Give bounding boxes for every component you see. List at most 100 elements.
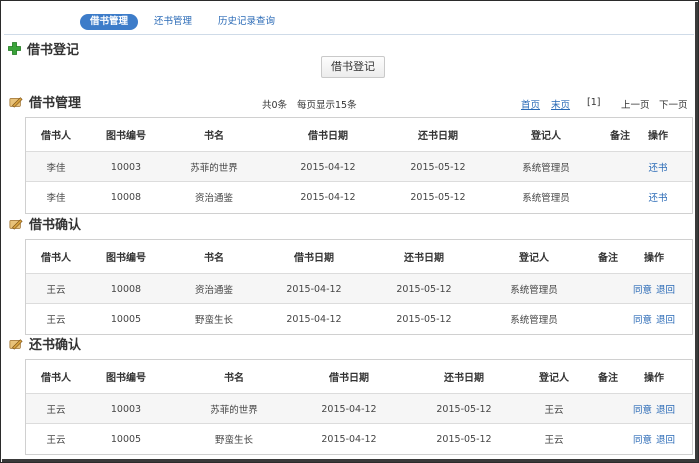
row-actions: 同意 退回 (624, 282, 684, 296)
cell-registrar: 王云 (544, 435, 564, 446)
last-page-link[interactable]: 末页 (551, 97, 570, 111)
manage-table: 借书人 图书编号 书名 借书日期 还书日期 登记人 备注 操作 李佳 10003 苏菲的世界 2015… (25, 117, 693, 214)
column-header: 书名 (204, 253, 224, 264)
approve-link[interactable]: 同意 (633, 285, 652, 296)
column-header: 图书编号 (106, 253, 146, 264)
pencil-icon (9, 337, 23, 351)
tab-borrow-management[interactable]: 借书管理 (80, 14, 139, 30)
cell-title: 资治通鉴 (194, 285, 233, 296)
tab-history-query[interactable]: 历史记录查询 (208, 14, 285, 30)
register-title: 借书登记 (27, 43, 80, 58)
frame-shadow (2, 459, 698, 462)
column-header: 还书日期 (418, 131, 458, 142)
table-row: 王云 10008 资治通鉴 2015-04-12 2015-05-12 系统管理员 同意 退回 (26, 273, 692, 304)
return-confirm-section-header: 还书确认 (9, 334, 81, 353)
prev-page-button[interactable]: 上一页 (621, 97, 650, 111)
current-page-indicator: [1] (587, 97, 601, 108)
next-page-button[interactable]: 下一页 (659, 97, 688, 111)
column-header: 操作 (648, 131, 668, 142)
cell-book-id: 10008 (110, 283, 142, 295)
cell-registrar: 系统管理员 (510, 315, 558, 326)
column-header: 借书日期 (329, 373, 369, 384)
cell-title: 野蛮生长 (194, 315, 233, 326)
tab-bar: 借书管理 还书管理 历史记录查询 (80, 14, 291, 30)
manage-title: 借书管理 (29, 96, 82, 111)
cell-book-id: 10005 (110, 433, 142, 445)
cell-borrower: 王云 (46, 315, 66, 326)
cell-title: 野蛮生长 (214, 435, 253, 446)
tab-return-management[interactable]: 还书管理 (144, 14, 202, 30)
cell-return-date: 2015-05-12 (396, 283, 452, 295)
cell-borrower: 李佳 (46, 163, 66, 174)
table-row: 王云 10005 野蛮生长 2015-04-12 2015-05-12 王云 同意 退回 (26, 423, 692, 454)
column-header: 书名 (224, 373, 244, 384)
manage-section-header: 借书管理 (9, 92, 81, 111)
column-header: 书名 (204, 131, 224, 142)
borrow-confirm-title: 借书确认 (29, 218, 82, 233)
column-header: 借书人 (41, 373, 71, 384)
reject-link[interactable]: 退回 (656, 285, 675, 296)
column-header: 借书日期 (308, 131, 348, 142)
cell-borrow-date: 2015-04-12 (300, 191, 356, 203)
borrow-confirm-section-header: 借书确认 (9, 214, 81, 233)
column-header: 还书日期 (404, 253, 444, 264)
return-confirm-table: 借书人 图书编号 书名 借书日期 还书日期 登记人 备注 操作 王云 10003 苏菲的世界 2015… (25, 359, 693, 455)
column-header: 操作 (644, 253, 664, 264)
cell-return-date: 2015-05-12 (436, 403, 492, 415)
approve-link[interactable]: 同意 (633, 405, 652, 416)
column-header: 借书日期 (294, 253, 334, 264)
borrow-confirm-table: 借书人 图书编号 书名 借书日期 还书日期 登记人 备注 操作 王云 10008 资治通鉴 2015-… (25, 239, 693, 335)
row-actions: 同意 退回 (624, 312, 684, 326)
cell-borrow-date: 2015-04-12 (321, 403, 377, 415)
first-page-link[interactable]: 首页 (521, 97, 540, 111)
cell-return-date: 2015-05-12 (410, 161, 466, 173)
column-header: 登记人 (519, 253, 549, 264)
row-actions: 同意 退回 (624, 402, 684, 416)
cell-title: 资治通鉴 (194, 193, 233, 204)
table-row: 李佳 10003 苏菲的世界 2015-04-12 2015-05-12 系统管理员 还书 (26, 151, 692, 182)
cell-borrower: 王云 (46, 435, 66, 446)
row-actions: 还书 (628, 190, 688, 204)
tab-divider (4, 34, 694, 35)
column-header: 登记人 (539, 373, 569, 384)
column-header: 借书人 (41, 131, 71, 142)
cell-registrar: 系统管理员 (522, 193, 570, 204)
cell-return-date: 2015-05-12 (396, 313, 452, 325)
table-header-row: 借书人 图书编号 书名 借书日期 还书日期 登记人 备注 操作 (26, 118, 692, 151)
column-header: 借书人 (41, 253, 71, 264)
cell-registrar: 系统管理员 (522, 163, 570, 174)
approve-link[interactable]: 同意 (633, 435, 652, 446)
cell-book-id: 10003 (110, 161, 142, 173)
cell-title: 苏菲的世界 (190, 163, 238, 174)
table-header-row: 借书人 图书编号 书名 借书日期 还书日期 登记人 备注 操作 (26, 360, 692, 393)
reject-link[interactable]: 退回 (656, 435, 675, 446)
plus-icon (7, 42, 21, 56)
column-header: 登记人 (531, 131, 561, 142)
return-confirm-title: 还书确认 (29, 338, 82, 353)
return-book-link[interactable]: 还书 (648, 193, 667, 204)
cell-book-id: 10005 (110, 313, 142, 325)
table-row: 李佳 10008 资治通鉴 2015-04-12 2015-05-12 系统管理员 还书 (26, 181, 692, 212)
column-header: 图书编号 (106, 131, 146, 142)
table-row: 王云 10003 苏菲的世界 2015-04-12 2015-05-12 王云 同意 退回 (26, 393, 692, 424)
row-actions: 同意 退回 (624, 432, 684, 446)
table-header-row: 借书人 图书编号 书名 借书日期 还书日期 登记人 备注 操作 (26, 240, 692, 273)
register-borrow-button[interactable]: 借书登记 (321, 56, 385, 78)
column-header: 还书日期 (444, 373, 484, 384)
register-section-header: 借书登记 (7, 39, 79, 58)
cell-borrow-date: 2015-04-12 (286, 313, 342, 325)
reject-link[interactable]: 退回 (656, 315, 675, 326)
frame-shadow-right (695, 2, 698, 462)
cell-borrower: 李佳 (46, 193, 66, 204)
column-header: 图书编号 (106, 373, 146, 384)
approve-link[interactable]: 同意 (633, 315, 652, 326)
reject-link[interactable]: 退回 (656, 405, 675, 416)
record-count: 共0条 (262, 100, 288, 111)
cell-borrow-date: 2015-04-12 (321, 433, 377, 445)
cell-registrar: 系统管理员 (510, 285, 558, 296)
cell-book-id: 10003 (110, 403, 142, 415)
cell-borrower: 王云 (46, 405, 66, 416)
return-book-link[interactable]: 还书 (648, 163, 667, 174)
page-size-info: 每页显示15条 (297, 100, 357, 111)
cell-book-id: 10008 (110, 191, 142, 203)
